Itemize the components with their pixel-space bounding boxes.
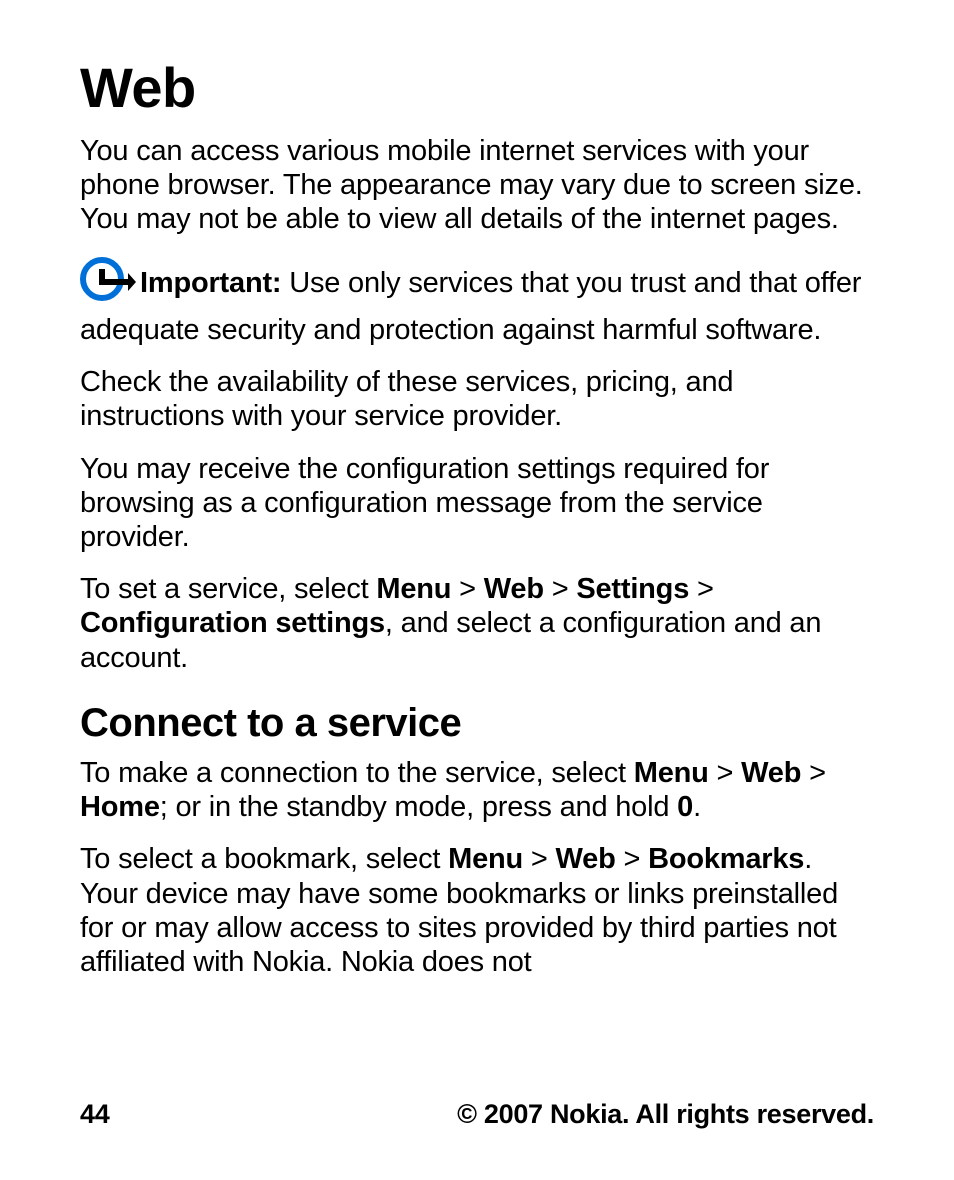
- set-service-paragraph: To set a service, select Menu > Web > Se…: [80, 572, 874, 675]
- availability-paragraph: Check the availability of these services…: [80, 365, 874, 433]
- config-paragraph: You may receive the configuration settin…: [80, 452, 874, 555]
- page-number: 44: [80, 1099, 109, 1130]
- copyright-text: © 2007 Nokia. All rights reserved.: [457, 1099, 874, 1130]
- important-label: Important:: [140, 266, 281, 298]
- important-note: Important: Use only services that you tr…: [80, 255, 874, 347]
- connect-paragraph: To make a connection to the service, sel…: [80, 756, 874, 824]
- bookmark-paragraph: To select a bookmark, select Menu > Web …: [80, 842, 874, 979]
- page-title: Web: [80, 55, 874, 120]
- intro-paragraph: You can access various mobile internet s…: [80, 134, 874, 237]
- page-footer: 44 © 2007 Nokia. All rights reserved.: [80, 1099, 874, 1130]
- important-icon: [80, 255, 136, 313]
- section-heading: Connect to a service: [80, 701, 874, 746]
